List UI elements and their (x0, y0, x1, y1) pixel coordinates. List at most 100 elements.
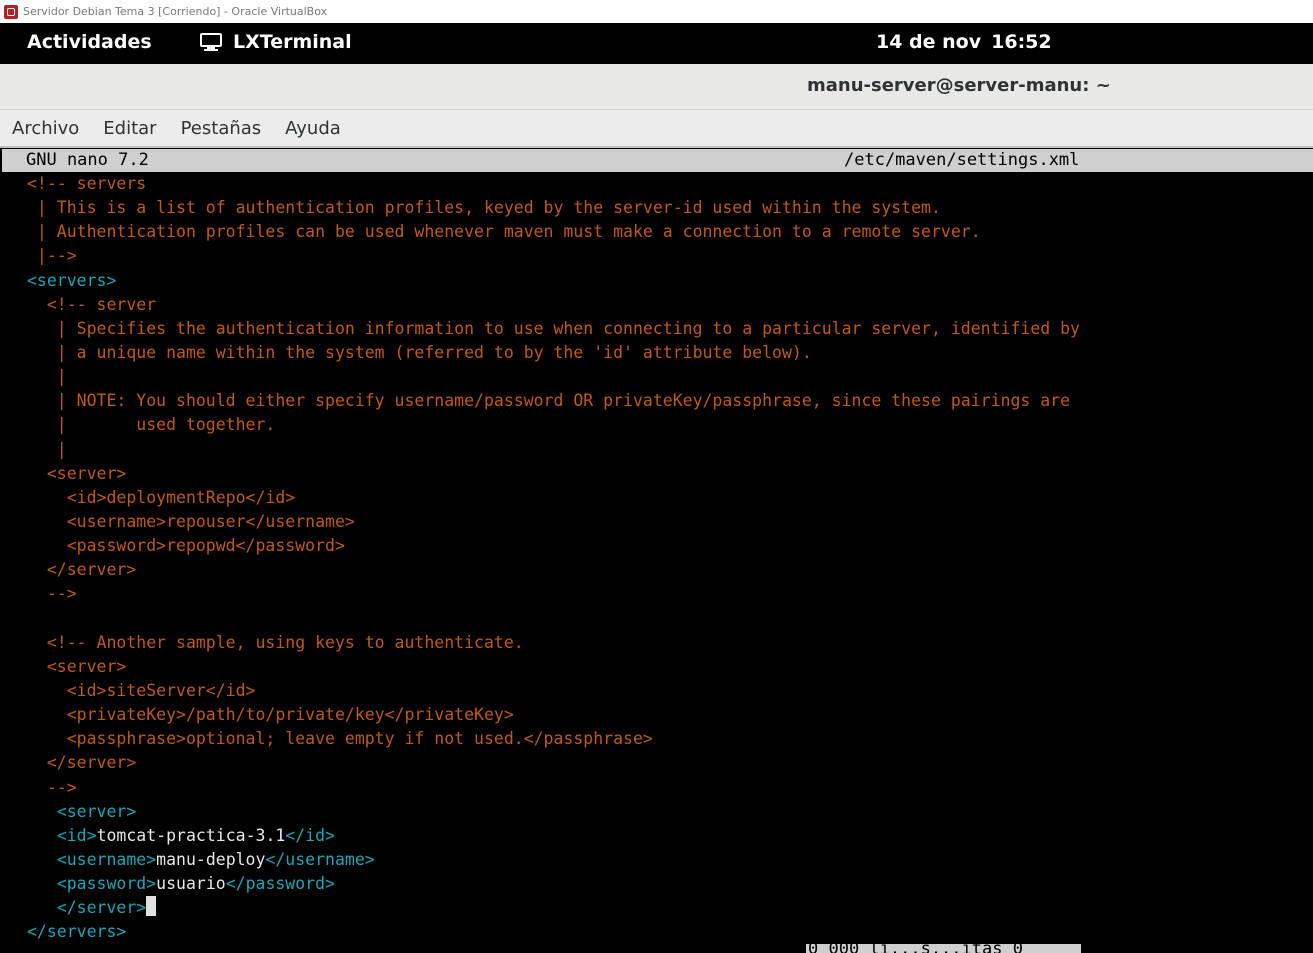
editor-line: <!-- server (27, 293, 1080, 317)
menu-pestanas[interactable]: Pestañas (181, 118, 262, 139)
editor-line: | Specifies the authentication informati… (27, 317, 1080, 341)
editor-line: | This is a list of authentication profi… (27, 196, 1080, 220)
editor-line: </server> (27, 751, 1080, 775)
nano-status-text: 0 000 lí...s...itas 0 (808, 944, 1023, 953)
text-cursor (146, 896, 157, 917)
app-menu-button[interactable]: LXTerminal (200, 31, 352, 53)
clock-time: 16:52 (991, 31, 1052, 53)
xml-tag: <id> (56, 825, 97, 845)
xml-tag: </server> (56, 898, 147, 918)
xml-tag: </id> (285, 825, 335, 845)
terminal-area[interactable]: GNU nano 7.2 /etc/maven/settings.xml <!-… (0, 148, 1313, 953)
app-menu-label: LXTerminal (233, 31, 352, 53)
xml-comment: <!-- server (27, 294, 157, 314)
xml-comment: | (27, 367, 67, 387)
clock-button[interactable]: 14 de nov 16:52 (876, 31, 1052, 53)
editor-line: </servers> (27, 920, 1080, 944)
menubar: Archivo Editar Pestañas Ayuda (0, 110, 1313, 146)
xml-comment: --> (27, 584, 77, 604)
editor-line: --> (27, 776, 1080, 800)
clock-date: 14 de nov (876, 31, 982, 53)
editor-line: <privateKey>/path/to/private/key</privat… (27, 703, 1080, 727)
xml-comment: | Specifies the authentication informati… (27, 318, 1080, 338)
editor-line: <server> (27, 462, 1080, 486)
vbox-window-title: Servidor Debian Tema 3 [Corriendo] - Ora… (23, 5, 328, 18)
editor-line: <!-- servers (27, 172, 1080, 196)
xml-comment: <server> (27, 656, 127, 676)
xml-text (27, 802, 57, 821)
editor-line: | a unique name within the system (refer… (27, 341, 1080, 365)
editor-line: <username>manu-deploy</username> (27, 848, 1080, 872)
editor-line: <servers> (27, 269, 1080, 293)
xml-comment: <password>repopwd</password> (27, 536, 345, 556)
xml-comment: | (27, 439, 67, 459)
nano-filename: /etc/maven/settings.xml (844, 150, 1080, 170)
nano-status-bar: 0 000 lí...s...itas 0 (806, 944, 1081, 953)
xml-text (27, 826, 57, 845)
editor-line: </server> (27, 896, 1080, 920)
nano-version: GNU nano 7.2 (26, 150, 149, 170)
window-title: manu-server@server-manu: ~ (807, 75, 1111, 96)
xml-tag: <servers> (27, 270, 117, 290)
xml-comment: |--> (27, 246, 77, 266)
xml-comment: <passphrase>optional; leave empty if not… (27, 729, 653, 749)
editor-line: | (27, 438, 1080, 462)
virtualbox-icon (4, 4, 18, 19)
menu-archivo[interactable]: Archivo (12, 118, 79, 139)
editor-line: | used together. (27, 413, 1080, 437)
editor-line: <passphrase>optional; leave empty if not… (27, 727, 1080, 751)
xml-text (27, 874, 57, 893)
xml-comment: | used together. (27, 415, 276, 435)
xml-tag: <username> (56, 849, 157, 869)
xml-text: manu-deploy (156, 849, 266, 869)
editor-line: </server> (27, 558, 1080, 582)
editor-line: | (27, 365, 1080, 389)
editor-line: <username>repouser</username> (27, 510, 1080, 534)
xml-comment: <id>siteServer</id> (27, 680, 256, 700)
editor-line: <id>deploymentRepo</id> (27, 486, 1080, 510)
editor-line: <password>repopwd</password> (27, 534, 1080, 558)
editor-line: <password>usuario</password> (27, 872, 1080, 896)
vbox-titlebar: Servidor Debian Tema 3 [Corriendo] - Ora… (0, 0, 1313, 23)
xml-text (27, 898, 57, 917)
xml-comment: </server> (27, 560, 137, 580)
menu-ayuda[interactable]: Ayuda (285, 118, 341, 139)
editor-line: <!-- Another sample, using keys to authe… (27, 631, 1080, 655)
xml-comment: | NOTE: You should either specify userna… (27, 391, 1071, 411)
xml-comment: <privateKey>/path/to/private/key</privat… (27, 705, 514, 725)
editor-line: <server> (27, 655, 1080, 679)
terminal-window-header: manu-server@server-manu: ~ (0, 64, 1313, 110)
xml-comment: | This is a list of authentication profi… (27, 198, 941, 218)
xml-text: tomcat-practica-3.1 (96, 825, 286, 845)
gnome-top-bar: Actividades LXTerminal 14 de nov 16:52 (0, 23, 1313, 64)
xml-tag: </username> (265, 849, 375, 869)
editor-line: <id>siteServer</id> (27, 679, 1080, 703)
xml-comment: </server> (27, 753, 137, 773)
editor-line: | NOTE: You should either specify userna… (27, 389, 1080, 413)
xml-tag: <password> (56, 874, 157, 894)
nano-title-bar: GNU nano 7.2 /etc/maven/settings.xml (2, 149, 1313, 172)
xml-text: usuario (156, 874, 226, 894)
xml-comment: | Authentication profiles can be used wh… (27, 222, 981, 242)
xml-tag: </password> (225, 874, 335, 894)
editor-line: <id>tomcat-practica-3.1</id> (27, 824, 1080, 848)
xml-tag: <server> (56, 801, 137, 821)
xml-comment: --> (27, 777, 77, 797)
editor-buffer[interactable]: <!-- servers | This is a list of authent… (27, 172, 1080, 945)
xml-comment: <!-- Another sample, using keys to authe… (27, 632, 524, 652)
xml-comment: | a unique name within the system (refer… (27, 342, 812, 362)
activities-button[interactable]: Actividades (27, 31, 152, 53)
menu-editar[interactable]: Editar (103, 118, 156, 139)
xml-text (27, 850, 57, 869)
editor-line: | Authentication profiles can be used wh… (27, 220, 1080, 244)
terminal-icon (200, 33, 222, 51)
xml-comment: <username>repouser</username> (27, 511, 355, 531)
editor-line: --> (27, 582, 1080, 606)
xml-comment: <!-- servers (27, 174, 147, 193)
editor-line: <server> (27, 800, 1080, 824)
xml-tag: </servers> (27, 922, 127, 942)
xml-comment: <id>deploymentRepo</id> (27, 487, 296, 507)
editor-line: |--> (27, 244, 1080, 268)
xml-comment: <server> (27, 463, 127, 483)
